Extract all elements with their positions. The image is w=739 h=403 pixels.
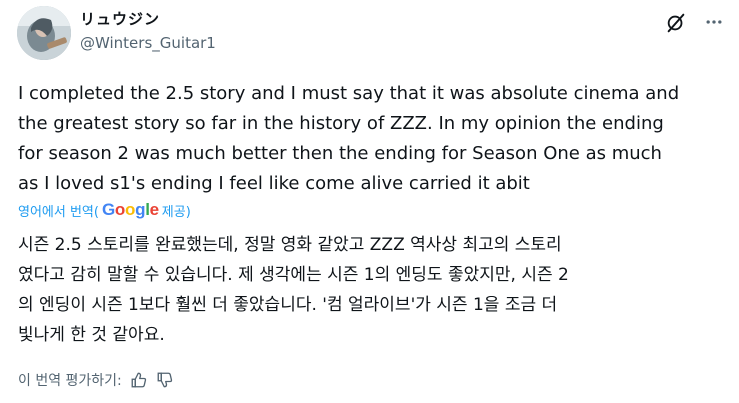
google-letter: o — [125, 200, 136, 219]
translated-by-label: 영어에서 번역( — [18, 204, 99, 220]
grok-icon[interactable] — [665, 12, 687, 34]
rate-translation: 이 번역 평가하기: — [18, 370, 174, 390]
translation-text: 시즌 2.5 스토리를 완료했는데, 정말 영화 같았고 ZZZ 역사상 최고의… — [18, 235, 569, 345]
more-icon[interactable] — [704, 12, 724, 32]
google-letter: g — [135, 200, 146, 219]
rate-translation-label: 이 번역 평가하기: — [18, 373, 122, 389]
avatar-image — [17, 6, 71, 60]
translated-by-link[interactable]: 영어에서 번역( Google 제공) — [18, 200, 191, 220]
google-letter: o — [114, 200, 125, 219]
google-letter: e — [149, 200, 159, 219]
author-display-name[interactable]: リュウジン — [80, 8, 160, 29]
google-letter: G — [101, 200, 115, 219]
author-handle[interactable]: @Winters_Guitar1 — [80, 34, 216, 52]
thumbs-up-icon[interactable] — [130, 371, 148, 389]
post-text: I completed the 2.5 story and I must say… — [18, 83, 680, 194]
translated-by-suffix: 제공) — [161, 204, 191, 220]
avatar[interactable] — [17, 6, 71, 60]
thumbs-down-icon[interactable] — [156, 371, 174, 389]
google-logo: Google — [102, 200, 159, 220]
